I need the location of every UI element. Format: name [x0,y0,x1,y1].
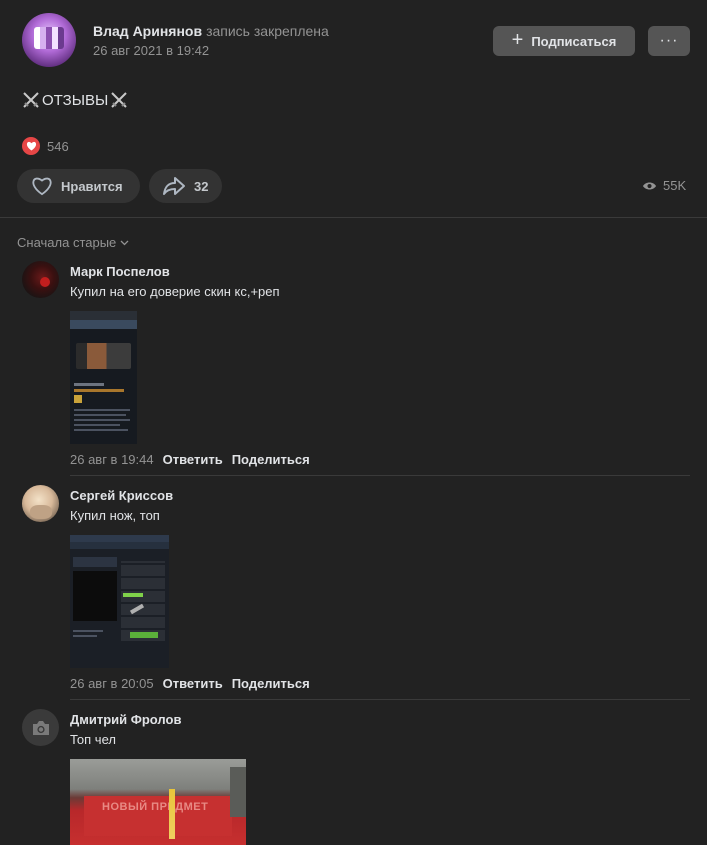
photo-statusbar [70,311,137,320]
comment-divider [70,699,690,700]
heart-icon [26,141,36,151]
comment-meta: 26 авг в 20:05 Ответить Поделиться [70,676,310,691]
views-counter: 55K [642,178,686,193]
like-button[interactable]: Нравится [17,169,140,203]
comment-photo[interactable] [70,535,169,668]
comment-author[interactable]: Дмитрий Фролов [70,712,181,727]
reply-link[interactable]: Ответить [163,452,223,467]
avatar-detail [30,505,52,519]
comment-text: Купил нож, топ [70,508,160,523]
reply-link[interactable]: Ответить [163,676,223,691]
crossed-swords-icon [111,92,128,108]
comment-text: Топ чел [70,732,116,747]
crossed-swords-icon [23,92,39,108]
share-arrow-icon [163,177,185,195]
comment-meta: 26 авг в 19:44 Ответить Поделиться [70,452,310,467]
comment-photo[interactable]: НОВЫЙ ПРЕДМЕТ [70,759,246,845]
photo-weapon [76,343,131,369]
comment-photo[interactable] [70,311,137,444]
comment-author[interactable]: Марк Поспелов [70,264,170,279]
comment-date[interactable]: 26 авг в 19:44 [70,452,154,467]
share-link[interactable]: Поделиться [232,452,310,467]
post-divider [0,217,707,218]
photo-inventory-grid [121,561,165,641]
eye-icon [642,181,657,190]
share-count: 32 [194,178,209,194]
avatar-image [34,27,64,49]
photo-topbar [70,535,169,542]
ellipsis-icon: ··· [659,32,679,49]
photo-knife [169,789,175,839]
photo-inventory-left [73,571,117,621]
reaction-count[interactable]: 546 [47,139,69,154]
comment-text: Купил на его доверие скин кс,+реп [70,284,280,299]
wall-post: Влад Аринянов запись закреплена 26 авг 20… [0,0,707,845]
pinned-label: запись закреплена [206,23,329,39]
comment-avatar[interactable] [22,485,59,522]
avatar-detail [40,277,50,287]
camera-icon [32,720,49,735]
heart-outline-icon [32,177,52,196]
photo-header [70,320,137,329]
comment-avatar[interactable] [22,709,59,746]
author-name-link[interactable]: Влад Аринянов [93,23,202,39]
comments-sort-dropdown[interactable]: Сначала старые [17,235,129,250]
share-button[interactable]: 32 [149,169,222,203]
comment-date[interactable]: 26 авг в 20:05 [70,676,154,691]
plus-icon: + [511,29,524,51]
photo-caption: НОВЫЙ ПРЕДМЕТ [102,801,209,813]
chevron-down-icon [120,240,129,245]
share-link[interactable]: Поделиться [232,676,310,691]
like-label: Нравится [61,178,123,194]
author-avatar[interactable] [22,13,76,67]
subscribe-label: Подписаться [531,33,617,49]
views-count: 55K [663,178,687,193]
post-date[interactable]: 26 авг 2021 в 19:42 [93,43,209,58]
author-header: Влад Аринянов запись закреплена [93,23,329,39]
post-text: ОТЗЫВЫ [22,91,128,109]
comment-author[interactable]: Сергей Криссов [70,488,173,503]
comment-divider [70,475,690,476]
post-text-content: ОТЗЫВЫ [42,91,109,109]
more-options-button[interactable]: ··· [648,26,690,56]
heart-reaction-icon[interactable] [22,137,40,155]
comment-avatar[interactable] [22,261,59,298]
sort-label: Сначала старые [17,235,117,250]
subscribe-button[interactable]: + Подписаться [493,26,635,56]
